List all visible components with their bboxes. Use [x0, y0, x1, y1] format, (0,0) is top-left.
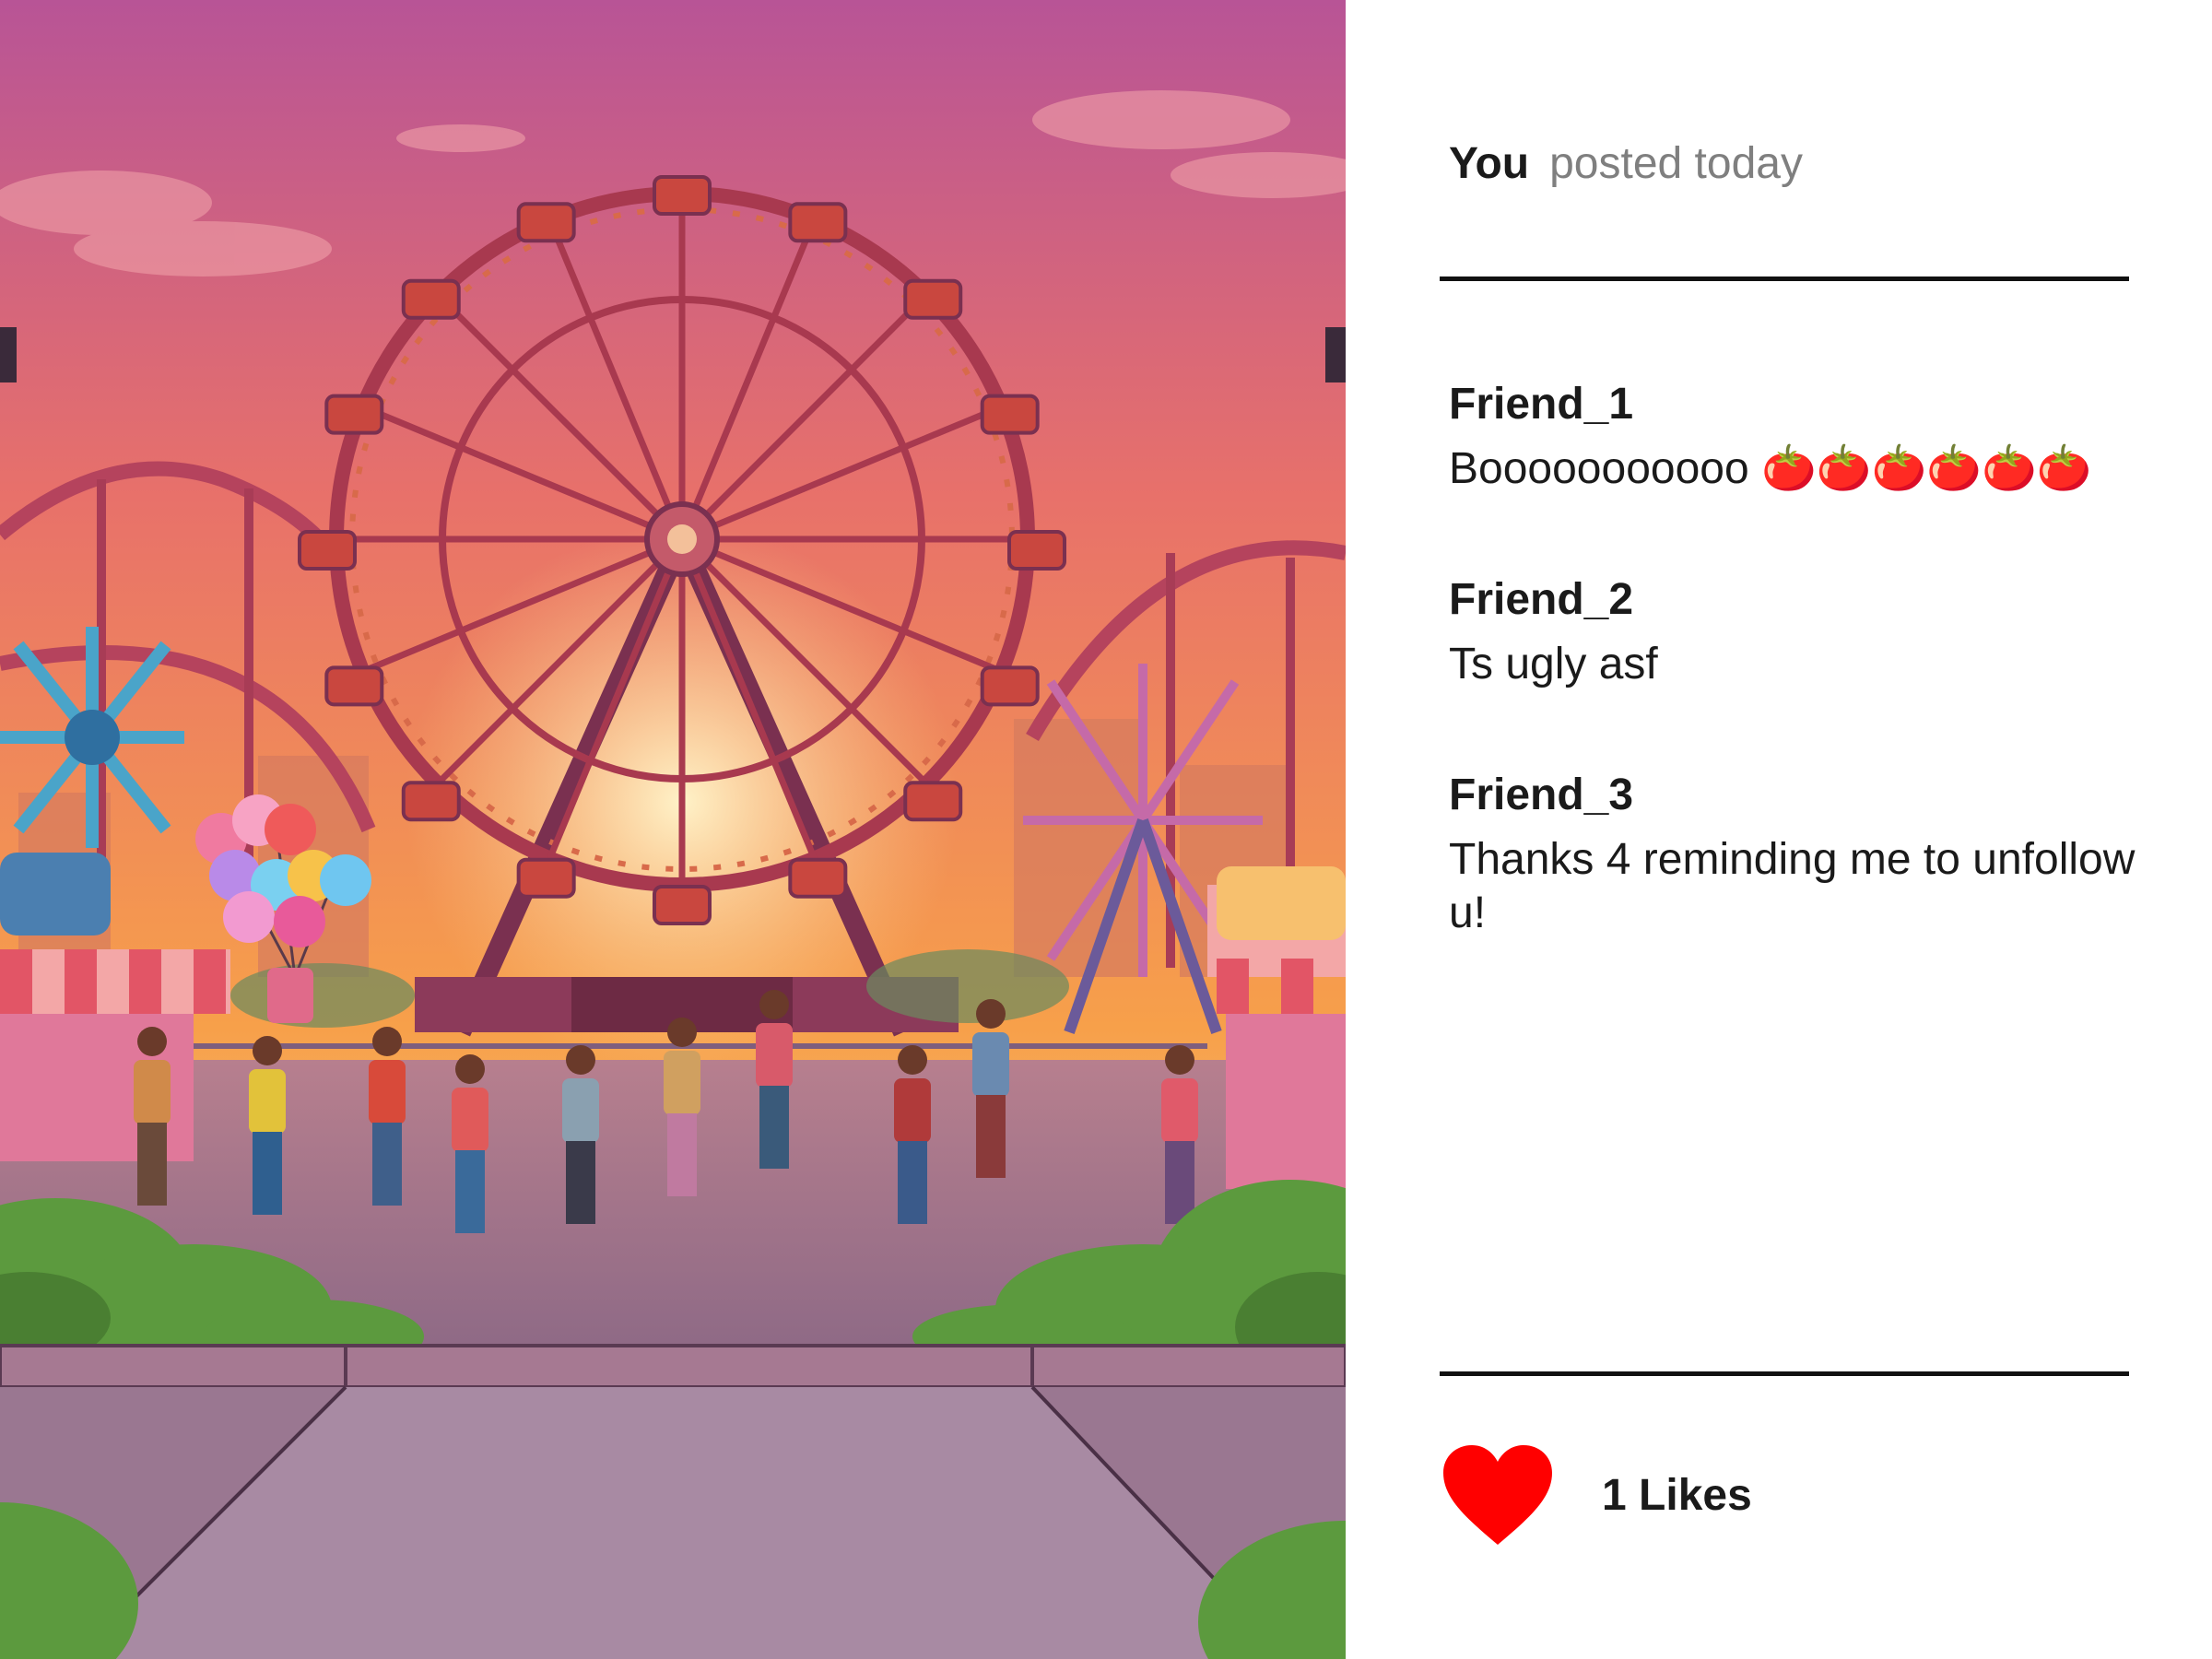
- wheel-gondola: [516, 202, 576, 243]
- ferris-wheel-illustration: [0, 0, 1346, 1659]
- wheel-gondola: [980, 394, 1040, 435]
- wheel-gondola: [903, 781, 963, 822]
- post-image[interactable]: [0, 0, 1346, 1659]
- comment-text: Thanks 4 reminding me to unfollow u!: [1449, 835, 2147, 937]
- wheel-gondola: [401, 781, 461, 822]
- wheel-gondola: [788, 857, 848, 899]
- comment-item: Friend_1 Booooooooooo 🍅🍅🍅🍅🍅🍅: [1449, 372, 2149, 496]
- wheel-gondola: [324, 665, 384, 707]
- footer-divider: [1440, 1371, 2129, 1376]
- comment-text: Ts ugly asf: [1449, 640, 1658, 688]
- post-header: You posted today: [1449, 138, 1803, 189]
- comment-list: Friend_1 Booooooooooo 🍅🍅🍅🍅🍅🍅 Friend_2 Ts…: [1449, 372, 2149, 1012]
- wheel-gondola: [788, 202, 848, 243]
- comment-text: Booooooooooo 🍅🍅🍅🍅🍅🍅: [1449, 444, 2092, 493]
- wheel-gondola: [903, 278, 963, 320]
- likes-bar: 1 Likes: [1440, 1440, 1752, 1550]
- comment-author[interactable]: Friend_3: [1449, 763, 2149, 828]
- comment-author[interactable]: Friend_2: [1449, 568, 2149, 632]
- wheel-gondola: [516, 857, 576, 899]
- wheel-gondola: [1007, 530, 1066, 571]
- header-divider: [1440, 276, 2129, 281]
- wheel-gondola: [980, 665, 1040, 707]
- wheel-gondola: [653, 175, 712, 216]
- comment-item: Friend_3 Thanks 4 reminding me to unfoll…: [1449, 763, 2149, 940]
- wheel-gondola: [401, 278, 461, 320]
- wheel-gondola: [324, 394, 384, 435]
- post-author[interactable]: You: [1449, 139, 1529, 188]
- comment-author[interactable]: Friend_1: [1449, 372, 2149, 437]
- likes-count: 1 Likes: [1602, 1470, 1752, 1520]
- wheel-gondola: [298, 530, 357, 571]
- comment-item: Friend_2 Ts ugly asf: [1449, 568, 2149, 691]
- post-side-panel: You posted today Friend_1 Booooooooooo 🍅🍅…: [1346, 0, 2212, 1659]
- wheel-gondola: [653, 885, 712, 925]
- heart-icon[interactable]: [1440, 1441, 1556, 1548]
- post-timestamp: posted today: [1549, 139, 1803, 188]
